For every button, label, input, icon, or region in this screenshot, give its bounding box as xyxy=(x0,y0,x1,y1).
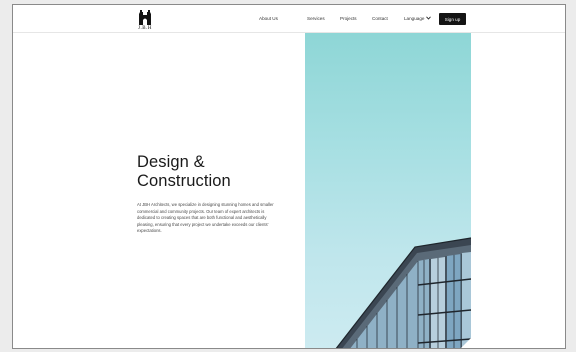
signup-button[interactable]: Sign up xyxy=(439,13,466,25)
language-label: Language xyxy=(404,16,425,21)
nav-about-us[interactable]: About Us xyxy=(259,16,278,21)
nav-projects[interactable]: Projects xyxy=(340,16,357,21)
hero-description: At JBH Architects, we specialize in desi… xyxy=(137,202,274,234)
hero-title-line-2: Construction xyxy=(137,172,231,190)
site-header: J.B.H About Us Services Projects Contact… xyxy=(13,5,565,33)
hero-title-line-1: Design & xyxy=(137,153,205,171)
page-corner-fold xyxy=(459,338,471,348)
chevron-down-icon xyxy=(426,16,432,21)
logo-text: J.B.H xyxy=(138,26,152,31)
language-selector[interactable]: Language xyxy=(404,16,432,21)
browser-viewport: J.B.H About Us Services Projects Contact… xyxy=(12,4,566,349)
hero-title: Design & Construction xyxy=(137,153,231,191)
nav-contact[interactable]: Contact xyxy=(372,16,388,21)
castle-logo-icon xyxy=(139,10,151,25)
nav-services[interactable]: Services xyxy=(307,16,325,21)
brand-logo[interactable]: J.B.H xyxy=(137,10,153,32)
hero-building-image xyxy=(305,33,471,348)
